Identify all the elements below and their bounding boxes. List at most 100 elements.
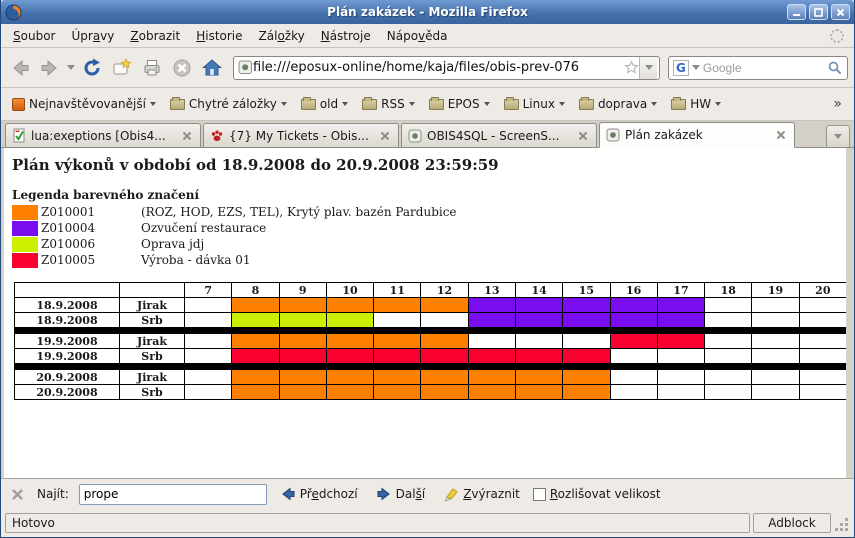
match-case-checkbox[interactable] [533,488,546,501]
task-cell [374,370,421,385]
resize-grip[interactable] [834,513,850,533]
task-cell [326,298,373,313]
empty-cell [185,385,232,400]
minimize-button[interactable] [787,4,806,20]
bookmark-item-6[interactable]: doprava [574,94,662,114]
tab-close-icon[interactable] [378,129,392,143]
bookmarks-overflow-button[interactable]: » [827,96,848,112]
tab-list-dropdown-button[interactable] [826,125,850,147]
schedule-row: 20.9.2008Srb [15,385,847,400]
task-cell [421,385,468,400]
tab-2[interactable]: OBIS4SQL - ScreenS... [401,123,597,147]
location-bar[interactable] [233,56,660,80]
reload-button[interactable] [79,54,105,82]
bookmark-page-icon [111,57,133,79]
adblock-button[interactable]: Adblock [753,513,831,533]
empty-cell [705,313,752,328]
bookmark-item-3[interactable]: RSS [357,94,420,114]
folder-icon [429,99,444,110]
legend-color-swatch [12,253,38,268]
tab-close-icon[interactable] [774,128,788,142]
tab-close-icon[interactable] [180,129,194,143]
page-icon [606,128,620,142]
bookmark-item-5[interactable]: Linux [499,94,570,114]
page-content: Plán výkonů v období od 18.9.2008 do 20.… [4,148,846,478]
hour-header: 10 [326,283,373,298]
url-input[interactable] [253,60,624,75]
close-button[interactable] [831,4,850,20]
schedule-header-row: 7891011121314151617181920 [15,283,847,298]
menu-nastroje[interactable]: Nástroje [313,26,379,46]
bookmark-page-button[interactable] [109,54,135,82]
page-title: Plán výkonů v období od 18.9.2008 do 20.… [12,156,846,174]
menu-napoveda[interactable]: Nápověda [379,26,456,46]
search-icon[interactable] [827,60,843,76]
task-cell [326,313,373,328]
date-cell: 20.9.2008 [15,385,120,400]
task-cell [610,334,657,349]
search-input[interactable] [703,61,824,75]
folder-icon [579,99,594,110]
home-button[interactable] [199,54,225,82]
back-button[interactable] [7,54,33,82]
find-next-button[interactable]: Další [371,484,431,504]
empty-cell [752,298,799,313]
empty-cell [657,385,704,400]
menu-historie[interactable]: Historie [188,26,250,46]
empty-cell [185,298,232,313]
bookmark-item-1[interactable]: Chytré záložky [165,94,292,114]
highlight-all-button[interactable]: Zvýraznit [438,484,525,504]
find-input[interactable] [79,484,267,505]
history-dropdown-icon[interactable] [67,65,75,70]
schedule-row: 19.9.2008Jirak [15,334,847,349]
match-case-option[interactable]: Rozlišovat velikost [533,487,661,501]
schedule-row: 19.9.2008Srb [15,349,847,364]
print-button[interactable] [139,54,165,82]
chevron-down-icon [409,102,415,106]
task-cell [374,334,421,349]
menu-zalozky[interactable]: Záložky [251,26,313,46]
tab-1[interactable]: {7} My Tickets - Obis... [203,123,399,147]
legend-code: Z010001 [38,204,141,220]
legend-row-3: Z010005Výroba - dávka 01 [12,252,457,268]
hour-header: 12 [421,283,468,298]
menu-upravy[interactable]: Úpravy [63,26,122,46]
search-bar[interactable]: G [668,56,848,80]
tab-0[interactable]: lua:exeptions [Obis4... [5,123,201,147]
home-icon [201,57,223,79]
person-cell: Srb [120,349,185,364]
forward-button[interactable] [37,54,63,82]
empty-cell [799,385,846,400]
tab-close-icon[interactable] [576,129,590,143]
maximize-button[interactable] [809,4,828,20]
bookmark-label: Chytré záložky [189,97,277,111]
legend-code: Z010004 [38,220,141,236]
empty-cell [185,349,232,364]
bookmark-item-4[interactable]: EPOS [424,94,495,114]
legend-description: Výroba - dávka 01 [141,252,457,268]
tab-3[interactable]: Plán zakázek [599,122,795,148]
task-cell [421,334,468,349]
stop-button[interactable] [169,54,195,82]
legend-color-swatch [12,221,38,236]
chevron-down-icon [342,102,348,106]
bookmark-item-7[interactable]: HW [666,94,726,114]
print-icon [141,57,163,79]
menu-zobrazit[interactable]: Zobrazit [122,26,188,46]
bookmark-star-icon[interactable] [624,60,639,75]
legend-description: Ozvučení restaurace [141,220,457,236]
menu-soubor[interactable]: Soubor [5,26,63,46]
legend-description: (ROZ, HOD, EZS, TEL), Krytý plav. bazén … [141,204,457,220]
find-previous-button[interactable]: Předchozí [275,484,363,504]
bookmark-item-2[interactable]: old [296,94,353,114]
title-bar[interactable]: Plán zakázek - Mozilla Firefox [1,0,854,24]
task-cell [657,313,704,328]
bookmark-item-0[interactable]: Nejnavštěvovanější [7,94,161,114]
date-cell: 20.9.2008 [15,370,120,385]
arrow-left-icon [280,486,296,502]
find-label: Najít: [37,487,69,501]
findbar-close-button[interactable] [9,486,25,502]
task-cell [326,370,373,385]
search-engine-dropdown-icon[interactable] [692,65,700,70]
url-dropdown-button[interactable] [639,57,657,79]
